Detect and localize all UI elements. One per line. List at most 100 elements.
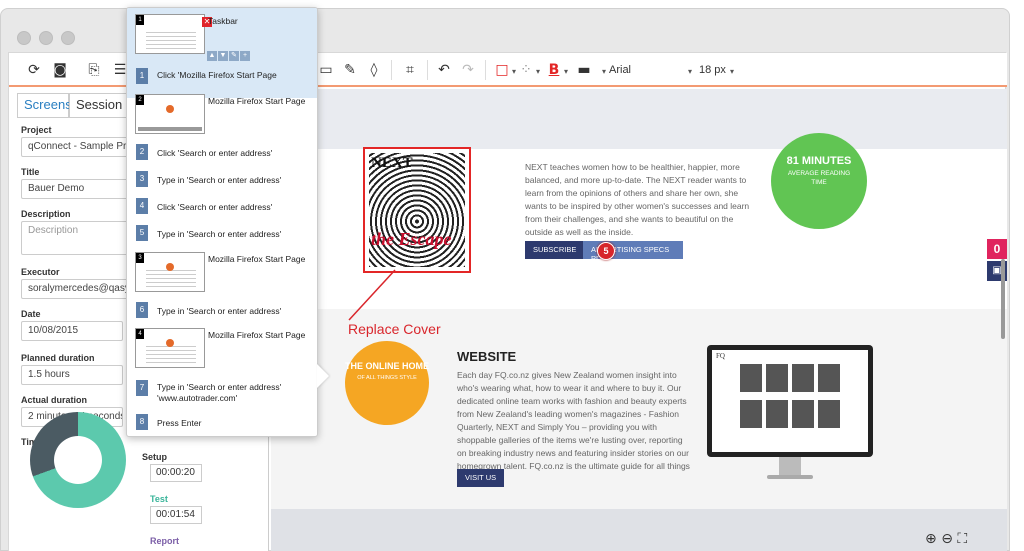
zoom-controls: ⊕ ⊖ ⛶: [925, 531, 967, 547]
record-icon[interactable]: ◙: [51, 61, 69, 79]
font-select[interactable]: Arial: [609, 64, 631, 76]
gallery-thumb: [740, 400, 762, 428]
step-number: 7: [136, 380, 148, 396]
fit-screen-icon[interactable]: ⛶: [957, 531, 967, 547]
date-field[interactable]: 10/08/2015: [21, 321, 123, 341]
thumbnail-actions: ▲ ▼ ✎ +: [207, 48, 251, 61]
zoom-out-icon[interactable]: ⊖: [941, 531, 953, 547]
annotation-label[interactable]: Replace Cover: [348, 321, 441, 337]
gallery-thumb: [818, 364, 840, 392]
step-number: 8: [136, 414, 148, 430]
gallery-thumb: [792, 364, 814, 392]
monitor-logo: FQ: [716, 352, 725, 360]
pen-icon[interactable]: ✎: [341, 61, 359, 79]
thumbnail-title: Mozilla Firefox Start Page: [208, 330, 306, 340]
undo-icon[interactable]: ↶: [435, 61, 453, 79]
step-group[interactable]: 1 ✕ Taskbar ▲ ▼ ✎ + 1 Click 'Mozilla Firefo…: [127, 8, 317, 98]
step-text[interactable]: Click 'Search or enter address': [157, 148, 312, 159]
magazine-cover[interactable]: NEXT the Escape: [363, 147, 471, 273]
monitor-screen: FQ: [712, 350, 868, 452]
title-label: Title: [21, 167, 40, 177]
monitor-stand: [779, 457, 801, 477]
step-text[interactable]: Type in 'Search or enter address': [157, 175, 312, 186]
screen-thumbnail[interactable]: 1 ✕: [135, 14, 212, 54]
font-size-select[interactable]: 18 px: [699, 64, 726, 76]
crop-icon[interactable]: ⌗: [401, 61, 419, 79]
step-number: 5: [136, 225, 148, 241]
step-number: 2: [136, 144, 148, 160]
edit-icon[interactable]: ✎: [229, 51, 239, 61]
cover-masthead: NEXT: [371, 155, 413, 171]
firefox-logo-icon: [166, 105, 174, 113]
gallery-thumb: [792, 400, 814, 428]
test-label: Test: [150, 494, 168, 504]
window-close-button[interactable]: [17, 31, 31, 45]
step-number: 6: [136, 302, 148, 318]
setup-time-field[interactable]: 00:00:20: [150, 464, 202, 482]
zoom-in-icon[interactable]: ⊕: [925, 531, 937, 547]
actual-duration-label: Actual duration: [21, 395, 88, 405]
popup-pointer: [317, 364, 329, 388]
reading-time-circle: 81 MINUTES AVERAGE READING TIME: [771, 133, 867, 229]
description-label: Description: [21, 209, 71, 219]
redo-icon[interactable]: ↷: [459, 61, 477, 79]
screen-thumbnail[interactable]: 4: [135, 328, 205, 368]
website-heading: WEBSITE: [457, 349, 517, 364]
time-types-donut: [30, 412, 126, 508]
step-number: 4: [136, 198, 148, 214]
move-down-icon[interactable]: ▼: [218, 51, 228, 61]
setup-label: Setup: [142, 452, 168, 462]
report-label: Report: [150, 536, 179, 546]
step-text[interactable]: Type in 'Search or enter address': [157, 306, 312, 317]
thumbnail-number: 2: [136, 95, 144, 105]
gallery-thumb: [818, 400, 840, 428]
chevron-down-icon[interactable]: ▾: [681, 61, 699, 79]
screen-thumbnail[interactable]: 2: [135, 94, 205, 134]
step-marker[interactable]: 5: [597, 242, 615, 260]
chevron-down-icon[interactable]: ▾: [723, 61, 741, 79]
subscribe-button[interactable]: SUBSCRIBE: [525, 241, 585, 259]
comment-icon[interactable]: ▭: [317, 61, 335, 79]
reading-time-caption: AVERAGE READING TIME: [787, 170, 851, 186]
toolbar-divider: [427, 60, 428, 80]
thumbnail-number: 4: [136, 329, 144, 339]
thumbnail-taskbar: [138, 127, 202, 131]
tab-session[interactable]: Session: [69, 93, 129, 117]
project-label: Project: [21, 125, 52, 135]
drop-icon[interactable]: ◊: [365, 61, 383, 79]
planned-duration-label: Planned duration: [21, 353, 95, 363]
gallery-thumb: [766, 400, 788, 428]
vertical-scrollbar[interactable]: [1001, 259, 1005, 339]
screenshot-canvas[interactable]: NEXT the Escape Replace Cover NEXT teach…: [271, 89, 1007, 551]
step-text[interactable]: Press Enter: [157, 418, 312, 429]
visit-us-button[interactable]: VISIT US: [457, 469, 505, 487]
window-maximize-button[interactable]: [61, 31, 75, 45]
gallery-thumb: [740, 364, 762, 392]
footer-section: [271, 509, 1007, 551]
window-minimize-button[interactable]: [39, 31, 53, 45]
thumbnail-title: Mozilla Firefox Start Page: [208, 254, 306, 264]
bookmark-icon[interactable]: ⎘: [85, 61, 103, 79]
step-text[interactable]: Type in 'Search or enter address': [157, 229, 312, 240]
step-text[interactable]: Type in 'Search or enter address' 'www.a…: [157, 382, 312, 404]
thumbnail-content: [146, 29, 196, 49]
monitor-image: FQ: [707, 345, 873, 457]
step-number: 3: [136, 171, 148, 187]
side-count-badge[interactable]: 0: [987, 239, 1007, 259]
online-home-caption: OF ALL THINGS STYLE: [357, 375, 417, 381]
planned-duration-field[interactable]: 1.5 hours: [21, 365, 123, 385]
move-up-icon[interactable]: ▲: [207, 51, 217, 61]
step-number: 1: [136, 68, 148, 84]
line-weight-icon[interactable]: ▬: [571, 61, 597, 79]
refresh-icon[interactable]: ⟳: [25, 61, 43, 79]
executor-label: Executor: [21, 267, 60, 277]
next-description: NEXT teaches women how to be healthier, …: [525, 162, 750, 237]
add-icon[interactable]: +: [240, 51, 250, 61]
tab-screens[interactable]: Screens: [17, 93, 72, 117]
screen-thumbnail[interactable]: 3: [135, 252, 205, 292]
step-text[interactable]: Click 'Search or enter address': [157, 202, 312, 213]
thumbnail-number: 1: [136, 15, 144, 25]
test-time-field[interactable]: 00:01:54: [150, 506, 202, 524]
thumbnail-number: 3: [136, 253, 144, 263]
firefox-logo-icon: [166, 263, 174, 271]
